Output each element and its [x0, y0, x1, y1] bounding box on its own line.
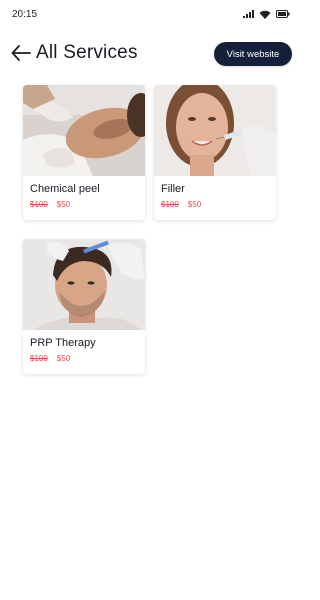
filler-photo: [154, 85, 276, 176]
service-name: Filler: [161, 183, 185, 195]
service-price: $100 $50: [30, 354, 70, 363]
old-price: $100: [161, 200, 179, 209]
new-price: $50: [56, 200, 71, 209]
prp-therapy-photo: [23, 239, 145, 330]
service-name: Chemical peel: [30, 183, 100, 195]
service-price: $100 $50: [161, 200, 201, 209]
old-price: $100: [30, 354, 48, 363]
service-card-prp-therapy[interactable]: PRP Therapy $100 $50: [23, 239, 145, 374]
service-card-filler[interactable]: Filler $100 $50: [154, 85, 276, 220]
services-grid: Chemical peel $100 $50 Filler $100 $50 P…: [0, 0, 300, 600]
new-price: $50: [56, 354, 71, 363]
new-price: $50: [187, 200, 202, 209]
service-price: $100 $50: [30, 200, 70, 209]
service-card-chemical-peel[interactable]: Chemical peel $100 $50: [23, 85, 145, 220]
old-price: $100: [30, 200, 48, 209]
service-name: PRP Therapy: [30, 337, 96, 349]
chemical-peel-photo: [23, 85, 145, 176]
